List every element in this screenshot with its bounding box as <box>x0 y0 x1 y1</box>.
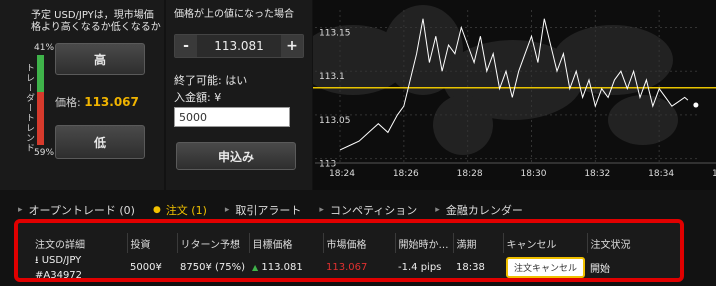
status-cell: 開始 <box>590 263 610 275</box>
table-row: ⭳ USD/JPY #A34972 5000¥ 8750¥ (75%) ▲ 11… <box>32 253 657 281</box>
cancel-cell: 注文キャンセル <box>503 253 587 281</box>
col-expiry: 満期 <box>453 233 504 253</box>
price-label: 価格: <box>55 96 81 109</box>
target-price-value[interactable]: 113.081 <box>197 39 281 53</box>
x-tick-label: 18:34 <box>648 169 674 179</box>
map-region <box>433 95 493 155</box>
bottom-tabs: ▸ オープントレード (0) ● 注文 (1) ▸ 取引アラート ▸ コンペティ… <box>18 200 541 220</box>
x-tick-label: 18:24 <box>329 169 355 179</box>
x-tick-label: 18:32 <box>584 169 610 179</box>
low-button[interactable]: 低 <box>55 125 145 159</box>
target-cell: ▲ 113.081 <box>249 253 323 281</box>
tab-label: コンペティション <box>329 204 418 217</box>
tab-label: オープントレード (0) <box>28 204 135 217</box>
low-percentage: 59% <box>34 148 55 158</box>
high-button[interactable]: 高 <box>55 43 145 75</box>
target-condition-label: 価格が上の値になった場合 <box>174 9 294 20</box>
since-open-cell: -1.4 pips <box>398 261 442 273</box>
orders-panel: 注文の詳細 投資 リターン予想 目標価格 市場価格 開始時か… 満期 キャンセル… <box>14 219 684 282</box>
y-tick-label: 113.1 <box>319 72 345 82</box>
active-dot-icon: ● <box>152 205 161 215</box>
decrement-button[interactable]: - <box>175 35 197 57</box>
col-status: 注文状況 <box>590 239 631 251</box>
high-percentage: 41% <box>34 43 55 53</box>
current-price: 価格: 113.067 <box>55 94 139 110</box>
expire-possible: 終了可能: はい <box>174 74 248 87</box>
direction-panel: 予定 USD/JPYは，現市場価格より高くなるか低くなるか トレーダートレンド … <box>0 0 164 190</box>
chevron-right-icon: ▸ <box>319 205 324 215</box>
col-investment: 投資 <box>127 233 178 253</box>
tab-financial-calendar[interactable]: ▸ 金融カレンダー <box>435 202 523 218</box>
up-triangle-icon: ▲ <box>252 262 259 272</box>
map-region <box>608 95 678 145</box>
prediction-note: 予定 USD/JPYは，現市場価格より高くなるか低くなるか <box>31 10 161 33</box>
col-market: 市場価格 <box>323 233 396 253</box>
trend-bar-low <box>37 92 44 145</box>
cancel-order-button[interactable]: 注文キャンセル <box>506 256 586 278</box>
trend-bar-high <box>37 55 44 92</box>
apply-button[interactable]: 申込み <box>176 142 296 170</box>
tab-orders[interactable]: ● 注文 (1) <box>153 202 207 218</box>
col-return: リターン予想 <box>177 233 250 253</box>
tab-open-trades[interactable]: ▸ オープントレード (0) <box>18 202 135 218</box>
order-detail-cell[interactable]: ⭳ USD/JPY #A34972 <box>32 253 127 281</box>
col-order-detail: 注文の詳細 <box>32 233 128 253</box>
increment-button[interactable]: + <box>281 35 303 57</box>
order-form: 価格が上の値になった場合 - 113.081 + 終了可能: はい 入金額: ¥… <box>166 0 312 190</box>
table-header-row: 注文の詳細 投資 リターン予想 目標価格 市場価格 開始時か… 満期 キャンセル… <box>32 233 657 253</box>
orders-table: 注文の詳細 投資 リターン予想 目標価格 市場価格 開始時か… 満期 キャンセル… <box>32 233 657 281</box>
current-price-point <box>693 102 699 108</box>
deposit-label: 入金額: ¥ <box>174 91 222 104</box>
target-value: 113.081 <box>261 261 303 273</box>
market-cell: 113.067 <box>326 261 368 273</box>
chevron-right-icon: ▸ <box>224 205 230 215</box>
col-cancel: キャンセル <box>503 233 588 253</box>
investment-cell: 5000¥ <box>130 261 162 273</box>
col-since-open: 開始時か… <box>395 233 454 253</box>
chevron-right-icon: ▸ <box>435 205 440 215</box>
col-target: 目標価格 <box>249 233 324 253</box>
download-icon: ⭳ <box>35 255 39 266</box>
x-tick-label: 18:36 <box>712 169 716 179</box>
amount-input[interactable] <box>174 107 290 127</box>
x-tick-label: 18:30 <box>521 169 547 179</box>
chart-svg: 113.15113.1113.0511318:24 18:26 18:28 18:30… <box>298 5 716 179</box>
tab-label: 注文 (1) <box>165 204 207 217</box>
chevron-right-icon: ▸ <box>18 205 23 215</box>
trader-trend-label: トレーダートレンド <box>24 63 34 153</box>
expiry-cell: 18:38 <box>456 261 485 273</box>
x-tick-label: 18:28 <box>457 169 483 179</box>
order-detail: USD/JPY #A34972 <box>35 255 83 281</box>
x-tick-label: 18:26 <box>393 169 419 179</box>
price-chart: 113.15 113.1 113.05 113 18:24 18:26 18:28 18:30… <box>298 0 716 190</box>
tab-label: 金融カレンダー <box>445 204 523 217</box>
price-value: 113.067 <box>84 95 139 109</box>
return-cell: 8750¥ (75%) <box>180 261 246 273</box>
tab-label: 取引アラート <box>235 204 302 217</box>
tab-trade-alerts[interactable]: ▸ 取引アラート <box>225 202 302 218</box>
y-tick-label: 113.15 <box>319 28 351 38</box>
target-price-stepper: - 113.081 + <box>174 34 304 58</box>
tab-competition[interactable]: ▸ コンペティション <box>319 202 417 218</box>
y-tick-label: 113.05 <box>319 116 351 126</box>
